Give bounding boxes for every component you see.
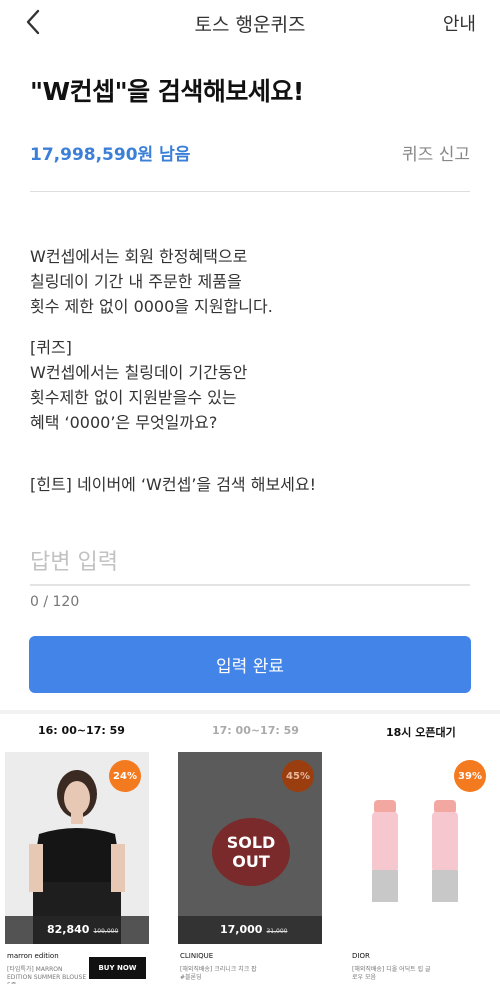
- quiz-description: W컨셉에서는 회원 한정혜택으로 칠링데이 기간 내 주문한 제품을 횟수 제한…: [30, 247, 273, 316]
- buy-now-button[interactable]: BUY NOW: [89, 957, 146, 979]
- character-counter: 0 / 120: [30, 594, 80, 610]
- sale-price: 82,840: [47, 923, 90, 936]
- sold-out-line: OUT: [232, 852, 270, 871]
- discount-badge: 39%: [454, 760, 486, 792]
- brand-name: CLINIQUE: [180, 952, 214, 960]
- quiz-title: "W컨셉"을 검색해보세요!: [30, 77, 304, 106]
- page-title: 토스 행운퀴즈: [194, 14, 306, 36]
- slot-time: 16: 00~17: 59: [38, 724, 125, 737]
- product-name: [타임특가] MARRON EDITION SUMMER BLOUSE 5종: [7, 966, 87, 984]
- brand-name: DIOR: [352, 952, 370, 960]
- product-name: [해외직배송] 크리니크 치크 팝 #블론딩: [180, 966, 257, 981]
- slot-time: 18시 오픈대기: [386, 726, 456, 739]
- brand-name: marron edition: [7, 952, 59, 960]
- quiz-hint: [힌트] 네이버에 ‘W컨셉’을 검색 해보세요!: [30, 475, 317, 494]
- discount-badge: 45%: [282, 760, 314, 792]
- quiz-question: [퀴즈] W컨셉에서는 칠링데이 기간동안 횟수제한 없이 지원받을수 있는 혜…: [30, 338, 248, 432]
- divider: [30, 191, 470, 192]
- product-image[interactable]: 45% SOLD OUT 17,000 31,000: [178, 752, 322, 944]
- top-bar: 토스 행운퀴즈 안내: [0, 0, 500, 44]
- sold-out-line: SOLD: [226, 833, 276, 852]
- discount-badge: 24%: [109, 760, 141, 792]
- product-image[interactable]: 24% 82,840 109,000: [5, 752, 149, 944]
- promo-banner[interactable]: 16: 00~17: 59 17: 00~17: 59 18시 오픈대기 24%…: [0, 714, 500, 984]
- prize-remaining: 17,998,590원 남음: [30, 145, 191, 165]
- product-name: [해외직배송] 디올 어딕트 립 글로우 모음: [352, 966, 431, 981]
- sold-out-badge: SOLD OUT: [212, 818, 290, 886]
- original-price: 109,000: [93, 928, 119, 935]
- sale-price: 17,000: [220, 923, 263, 936]
- report-quiz-button[interactable]: 퀴즈 신고: [402, 140, 470, 165]
- price-bar: 17,000 31,000: [178, 916, 322, 944]
- original-price: 31,000: [266, 928, 288, 935]
- guide-button[interactable]: 안내: [443, 10, 476, 36]
- price-bar: 82,840 109,000: [5, 916, 149, 944]
- answer-input[interactable]: [30, 540, 470, 586]
- slot-time: 17: 00~17: 59: [212, 724, 299, 737]
- submit-button[interactable]: 입력 완료: [29, 636, 471, 693]
- product-image[interactable]: 39%: [350, 752, 494, 944]
